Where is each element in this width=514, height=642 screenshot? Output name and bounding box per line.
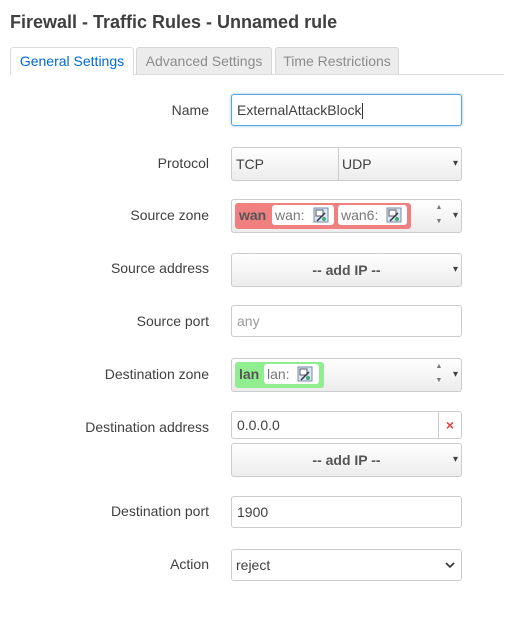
source-port-label: Source port (136, 313, 209, 329)
action-select[interactable]: reject (231, 549, 462, 581)
action-value: reject (236, 557, 271, 573)
chevron-down-icon: ▾ (452, 210, 458, 221)
protocol-value-tcp: TCP (232, 148, 339, 180)
destination-port-label: Destination port (110, 503, 209, 519)
destination-address-label: Destination address (85, 419, 209, 435)
network-interface-icon (386, 207, 402, 223)
chevron-down-icon: ▾ (452, 454, 458, 465)
zone-chip-lan: lan lan: (235, 362, 324, 388)
protocol-dropdown[interactable]: TCP UDP ▾ (231, 147, 462, 181)
zone-name: lan (239, 366, 260, 382)
network-label: lan: (267, 366, 290, 382)
tab-general-settings[interactable]: General Settings (10, 47, 134, 75)
add-ip-label: -- add IP -- (312, 262, 381, 278)
destination-zone-dropdown[interactable]: lan lan: ▲ ▼ ▾ (231, 358, 462, 392)
chevron-down-icon: ▾ (452, 369, 458, 380)
tab-time-restrictions[interactable]: Time Restrictions (275, 47, 399, 74)
remove-address-button[interactable]: × (438, 411, 462, 439)
protocol-label: Protocol (157, 155, 209, 171)
source-zone-dropdown[interactable]: wan wan: wan6: ▲ ▼ ▾ (231, 199, 462, 233)
spinner-up-icon: ▲ (435, 363, 443, 370)
action-label: Action (170, 556, 209, 572)
chevron-down-icon (445, 562, 455, 569)
network-interface-icon (313, 207, 329, 223)
chevron-down-icon: ▾ (452, 264, 458, 275)
destination-port-input[interactable]: 1900 (231, 496, 462, 528)
tab-bar: General Settings Advanced Settings Time … (10, 47, 504, 75)
source-port-placeholder: any (237, 313, 260, 329)
network-label: wan6: (341, 207, 379, 223)
network-chip-lan: lan: (264, 364, 319, 384)
name-input[interactable]: ExternalAttackBlock (231, 94, 462, 126)
page-title: Firewall - Traffic Rules - Unnamed rule (10, 12, 338, 32)
network-chip-wan: wan: (272, 205, 334, 225)
destination-port-value: 1900 (237, 504, 269, 520)
add-ip-label: -- add IP -- (312, 452, 381, 468)
chevron-down-icon: ▾ (452, 158, 458, 169)
source-zone-label: Source zone (130, 207, 209, 223)
tab-advanced-settings[interactable]: Advanced Settings (136, 47, 272, 74)
name-input-value: ExternalAttackBlock (237, 102, 362, 118)
scroll-spinner[interactable]: ▲ ▼ (434, 362, 444, 390)
destination-address-add-button[interactable]: -- add IP -- ▾ (231, 443, 462, 477)
scroll-spinner[interactable]: ▲ ▼ (434, 203, 444, 231)
source-address-label: Source address (110, 260, 209, 276)
network-chip-wan6: wan6: (338, 205, 407, 225)
zone-chip-wan: wan wan: wan6: (235, 203, 411, 229)
spinner-up-icon: ▲ (435, 204, 443, 211)
destination-zone-label: Destination zone (104, 366, 209, 382)
destination-address-value: 0.0.0.0 (237, 417, 280, 433)
source-address-add-button[interactable]: -- add IP -- ▾ (231, 253, 462, 287)
destination-address-input[interactable]: 0.0.0.0 (231, 411, 439, 439)
protocol-value-udp: UDP (342, 156, 372, 172)
name-label: Name (171, 102, 209, 118)
source-port-input[interactable]: any (231, 305, 462, 337)
spinner-down-icon: ▼ (435, 218, 443, 225)
network-interface-icon (297, 366, 313, 382)
spinner-down-icon: ▼ (435, 377, 443, 384)
network-label: wan: (275, 207, 305, 223)
zone-name: wan (239, 207, 267, 223)
